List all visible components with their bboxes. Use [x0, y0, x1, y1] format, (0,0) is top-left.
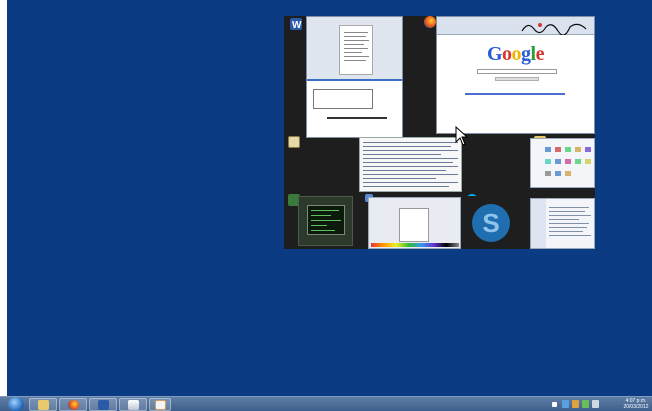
- explorer-window-thumbnail[interactable]: [530, 138, 595, 188]
- firefox-icon: [68, 400, 79, 410]
- explorer-window-thumbnail-2[interactable]: [530, 198, 595, 249]
- volume-icon[interactable]: [572, 400, 579, 408]
- word-window-thumbnail[interactable]: [306, 16, 403, 138]
- system-tray: [552, 399, 622, 410]
- word-icon: W: [290, 18, 302, 31]
- clock-date: 20/03/2012: [623, 404, 649, 410]
- cmd-window-thumbnail[interactable]: [298, 196, 353, 246]
- explorer-icon: [38, 400, 49, 410]
- skype-window-thumbnail[interactable]: S: [462, 196, 524, 248]
- svg-text:W: W: [292, 20, 302, 30]
- eject-icon: [128, 400, 139, 410]
- search-box: [477, 69, 557, 74]
- notepad-icon: [288, 136, 300, 148]
- eject-taskbar-button[interactable]: [119, 398, 147, 411]
- windows-start-orb[interactable]: [8, 397, 24, 411]
- battery-icon[interactable]: [592, 400, 599, 408]
- google-logo: Google: [486, 43, 545, 65]
- firefox-window-thumbnail[interactable]: Google: [436, 16, 595, 134]
- clock[interactable]: 4:07 p.m. 20/03/2012: [622, 397, 650, 411]
- chevron-up-icon[interactable]: [552, 402, 557, 407]
- paint-window-thumbnail[interactable]: [368, 197, 461, 249]
- paint-taskbar-button[interactable]: [149, 398, 171, 411]
- explorer-taskbar-button[interactable]: [29, 398, 57, 411]
- word-taskbar-button[interactable]: [89, 398, 117, 411]
- notepad-window-thumbnail[interactable]: [359, 137, 462, 192]
- network-icon[interactable]: [562, 400, 569, 408]
- firefox-icon: [424, 16, 436, 28]
- window-switcher: W Google S: [284, 16, 595, 249]
- firefox-taskbar-button[interactable]: [59, 398, 87, 411]
- paint-icon: [155, 400, 166, 410]
- taskbar: 4:07 p.m. 20/03/2012: [0, 396, 652, 411]
- flag-icon[interactable]: [582, 400, 589, 408]
- mouse-cursor-icon: [455, 126, 469, 146]
- word-icon: [98, 400, 109, 410]
